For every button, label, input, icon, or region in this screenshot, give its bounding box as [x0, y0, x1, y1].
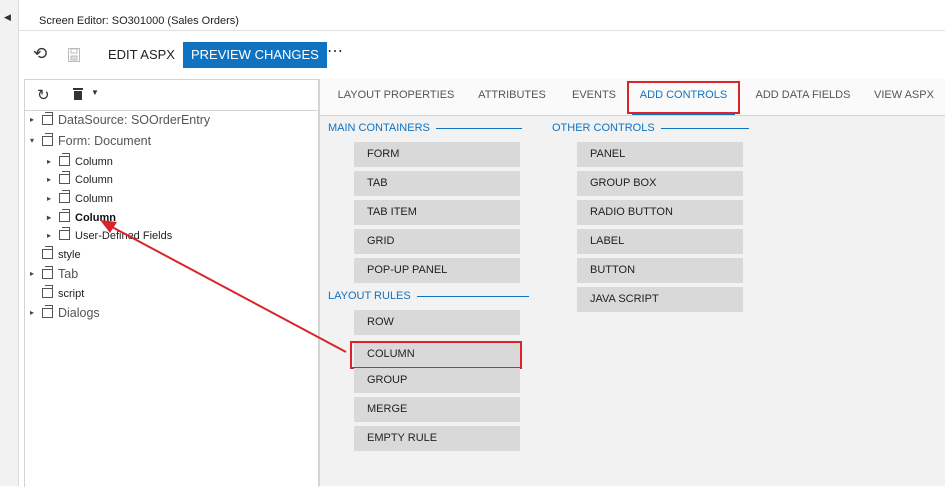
expand-arrow-icon[interactable]: ▸: [47, 228, 51, 244]
tab-highlight-box: [627, 81, 740, 114]
tree-node-tab[interactable]: ▸ Tab: [30, 265, 78, 282]
tree-node-user-defined-fields[interactable]: ▸ User-Defined Fields: [47, 227, 172, 244]
tab-layout-properties[interactable]: LAYOUT PROPERTIES: [332, 79, 460, 115]
control-group[interactable]: GROUP: [354, 368, 520, 393]
expand-arrow-icon[interactable]: ▸: [47, 154, 51, 170]
control-empty-rule[interactable]: EMPTY RULE: [354, 426, 520, 451]
tree-node-icon: [42, 132, 53, 146]
title-bar: Screen Editor: SO301000 (Sales Orders): [19, 0, 945, 31]
tree-node-dialogs[interactable]: ▸ Dialogs: [30, 304, 100, 321]
tree-node-form[interactable]: ▾ Form: Document: [30, 132, 151, 149]
control-java-script[interactable]: JAVA SCRIPT: [577, 287, 743, 312]
section-divider: [435, 127, 522, 129]
tree-node-column-2[interactable]: ▸ Column: [47, 171, 113, 188]
section-divider: [416, 295, 529, 297]
expand-arrow-icon[interactable]: ▸: [30, 112, 34, 128]
tree-node-icon: [42, 265, 53, 279]
section-divider: [660, 127, 749, 129]
control-row[interactable]: ROW: [354, 310, 520, 335]
tab-events[interactable]: EVENTS: [564, 79, 624, 115]
tree-node-icon: [42, 285, 53, 299]
edit-aspx-button[interactable]: EDIT ASPX: [102, 42, 181, 68]
toolbar: ⟲ EDIT ASPX PREVIEW CHANGES ⋯: [19, 31, 945, 77]
expand-arrow-icon[interactable]: ▸: [47, 210, 51, 226]
layout-rules-heading: LAYOUT RULES: [328, 290, 529, 302]
save-icon[interactable]: [68, 48, 80, 62]
control-tab-item[interactable]: TAB ITEM: [354, 200, 520, 225]
control-button[interactable]: BUTTON: [577, 258, 743, 283]
control-panel[interactable]: PANEL: [577, 142, 743, 167]
controls-panel: LAYOUT PROPERTIES ATTRIBUTES EVENTS ADD …: [319, 79, 945, 486]
control-group-box[interactable]: GROUP BOX: [577, 171, 743, 196]
control-form[interactable]: FORM: [354, 142, 520, 167]
main-containers-heading: MAIN CONTAINERS: [328, 122, 522, 134]
tree-node-datasource[interactable]: ▸ DataSource: SOOrderEntry: [30, 111, 210, 128]
tree-node-column-3[interactable]: ▸ Column: [47, 190, 113, 207]
preview-changes-button[interactable]: PREVIEW CHANGES: [183, 42, 327, 68]
tree-node-style[interactable]: style: [42, 246, 81, 263]
tree-node-icon: [42, 304, 53, 318]
tree-node-icon: [59, 153, 70, 167]
tree-node-icon: [59, 227, 70, 241]
tree-node-icon: [59, 190, 70, 204]
tree-toolbar: ↻ ▼: [25, 80, 318, 111]
tree-node-icon: [42, 246, 53, 260]
trash-icon[interactable]: [73, 88, 83, 100]
other-controls-heading: OTHER CONTROLS: [552, 122, 749, 134]
column-highlight-box: [350, 341, 522, 369]
control-grid[interactable]: GRID: [354, 229, 520, 254]
tree-node-icon: [59, 171, 70, 185]
control-radio-button[interactable]: RADIO BUTTON: [577, 200, 743, 225]
window-title: Screen Editor: SO301000 (Sales Orders): [39, 15, 239, 27]
undo-icon[interactable]: ⟲: [33, 45, 47, 62]
refresh-icon[interactable]: ↻: [37, 86, 50, 104]
expand-arrow-icon[interactable]: ▸: [30, 305, 34, 321]
tab-add-data-fields[interactable]: ADD DATA FIELDS: [748, 79, 858, 115]
caret-down-icon[interactable]: ▼: [91, 88, 99, 97]
tab-bar: LAYOUT PROPERTIES ATTRIBUTES EVENTS ADD …: [320, 79, 945, 116]
control-tab[interactable]: TAB: [354, 171, 520, 196]
control-label[interactable]: LABEL: [577, 229, 743, 254]
collapse-left-icon[interactable]: ◀: [4, 12, 11, 23]
collapse-arrow-icon[interactable]: ▾: [30, 133, 34, 149]
control-pop-up-panel[interactable]: POP-UP PANEL: [354, 258, 520, 283]
tab-view-aspx[interactable]: VIEW ASPX: [868, 79, 940, 115]
more-options-icon[interactable]: ⋯: [327, 41, 344, 61]
tab-attributes[interactable]: ATTRIBUTES: [470, 79, 554, 115]
left-collapse-strip[interactable]: ◀: [0, 0, 19, 486]
tree-node-column-1[interactable]: ▸ Column: [47, 153, 113, 170]
tree-node-column-4[interactable]: ▸ Column: [47, 209, 116, 226]
expand-arrow-icon[interactable]: ▸: [47, 172, 51, 188]
expand-arrow-icon[interactable]: ▸: [30, 266, 34, 282]
expand-arrow-icon[interactable]: ▸: [47, 191, 51, 207]
tree-node-icon: [59, 209, 70, 223]
control-merge[interactable]: MERGE: [354, 397, 520, 422]
tree-panel: ↻ ▼ ▸ DataSource: SOOrderEntry ▾ Form: Doc…: [24, 79, 319, 487]
tree-node-script[interactable]: script: [42, 285, 84, 302]
tree-node-icon: [42, 111, 53, 125]
